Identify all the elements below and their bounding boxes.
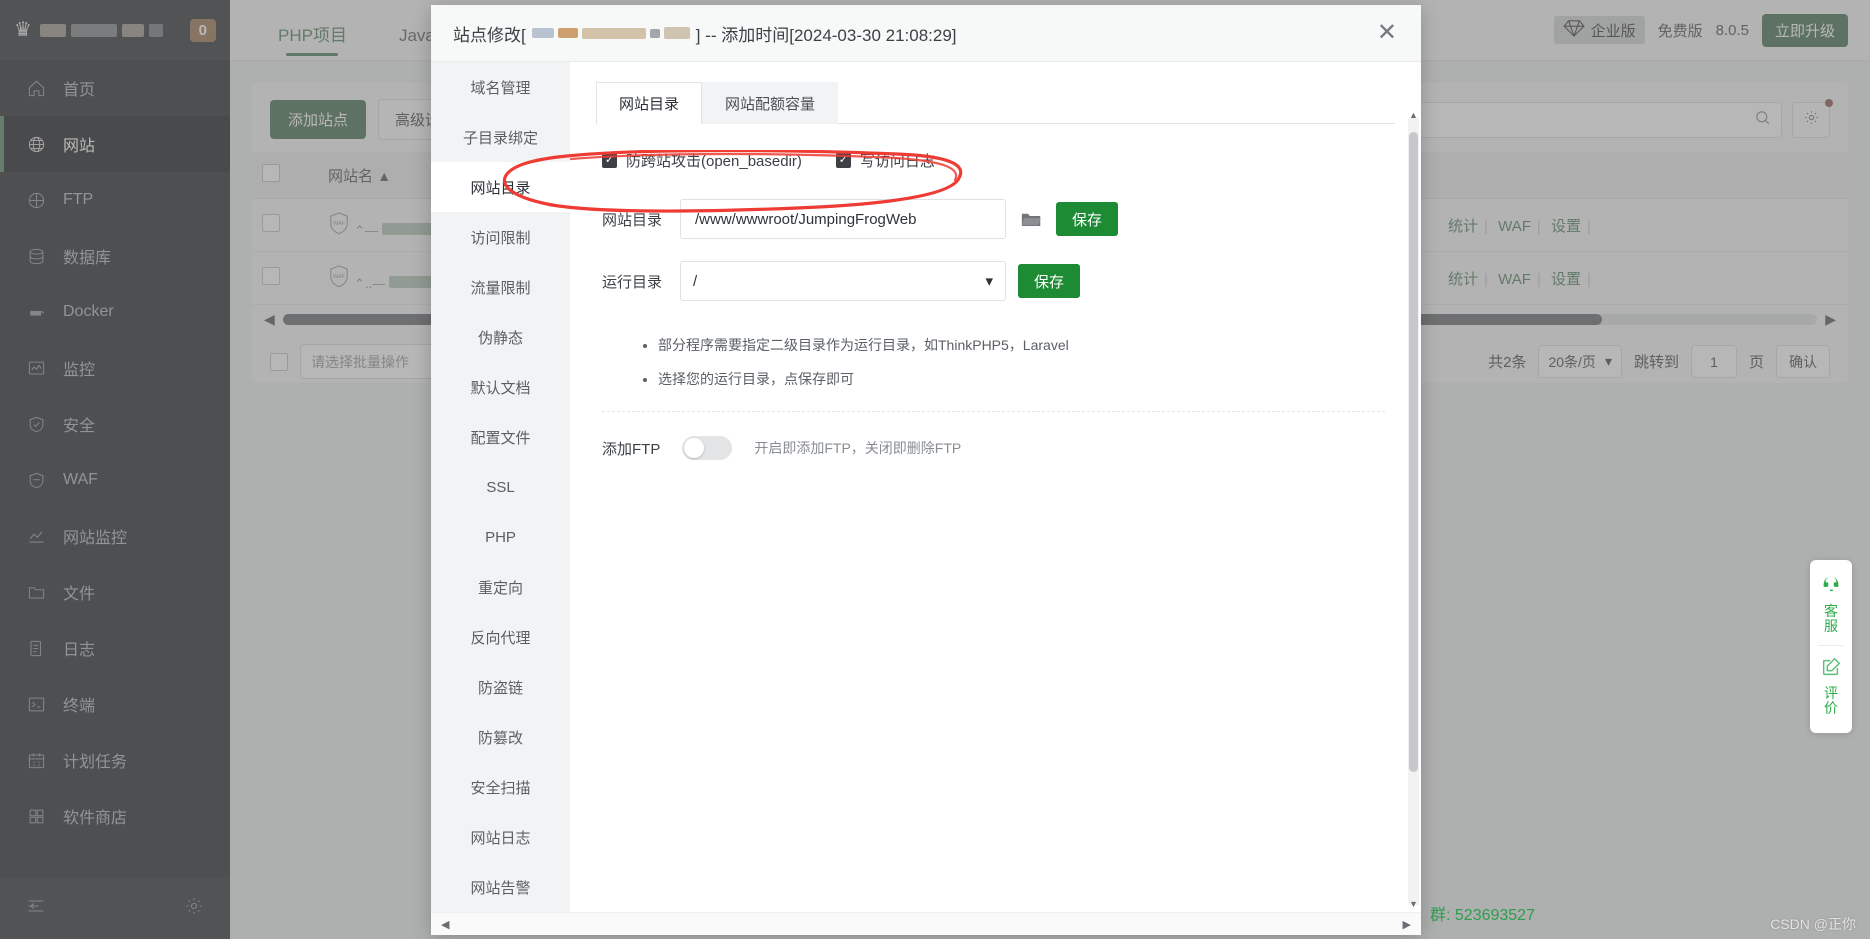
run-directory-row: 运行目录 / ▾ 保存 <box>596 261 1395 301</box>
section-divider <box>602 411 1385 412</box>
open-basedir-label: 防跨站攻击(open_basedir) <box>626 150 802 171</box>
modal-nav-site-log[interactable]: 网站日志 <box>431 812 570 862</box>
tab-site-directory[interactable]: 网站目录 <box>596 82 702 124</box>
modal-nav-site-alert[interactable]: 网站告警 <box>431 862 570 912</box>
modal-title-suffix: ] -- 添加时间[2024-03-30 21:08:29] <box>696 21 957 46</box>
modal-horizontal-scrollbar[interactable]: ◀ ▶ <box>431 912 1421 935</box>
watermark: CSDN @正你 <box>1770 914 1856 934</box>
modal-nav-subdir-bind[interactable]: 子目录绑定 <box>431 112 570 162</box>
options-row: ✓ 防跨站攻击(open_basedir) ✓ 写访问日志 <box>596 150 1395 171</box>
close-icon[interactable]: ✕ <box>1371 17 1403 49</box>
modal-nav-config-file[interactable]: 配置文件 <box>431 412 570 462</box>
widget-divider <box>1818 645 1844 646</box>
modal-nav-traffic-limit[interactable]: 流量限制 <box>431 262 570 312</box>
scroll-down-arrow[interactable]: ▼ <box>1408 899 1419 909</box>
modal-vertical-scrollbar[interactable]: ▲ ▼ <box>1408 118 1419 905</box>
site-directory-input[interactable] <box>693 210 993 229</box>
folder-open-icon[interactable] <box>1018 210 1044 228</box>
add-ftp-row: 添加FTP 开启即添加FTP，关闭即删除FTP <box>596 436 1395 460</box>
headset-icon <box>1820 574 1842 604</box>
feedback-button[interactable]: 评价 <box>1822 656 1840 717</box>
modal-nav-anti-leech[interactable]: 防盗链 <box>431 662 570 712</box>
qq-group-text: 群: 523693527 <box>1430 901 1535 925</box>
floating-service-widget: 客服 评价 <box>1810 560 1852 733</box>
modal-nav-security-scan[interactable]: 安全扫描 <box>431 762 570 812</box>
chevron-down-icon: ▾ <box>985 272 993 290</box>
modal-nav-access-limit[interactable]: 访问限制 <box>431 212 570 262</box>
site-edit-modal: 站点修改[ ] -- 添加时间[2024-03-30 21:08:29] ✕ 域… <box>431 5 1421 935</box>
add-ftp-hint: 开启即添加FTP，关闭即删除FTP <box>754 438 961 458</box>
scroll-left-arrow[interactable]: ◀ <box>441 918 449 931</box>
tip-item: 部分程序需要指定二级目录作为运行目录，如ThinkPHP5，Laravel <box>658 335 1395 355</box>
edit-square-icon <box>1820 656 1842 686</box>
modal-body: 域名管理 子目录绑定 网站目录 访问限制 流量限制 伪静态 默认文档 配置文件 … <box>431 62 1421 935</box>
customer-service-label: 客服 <box>1822 604 1840 635</box>
run-directory-value: / <box>693 273 697 290</box>
modal-nav-site-dir[interactable]: 网站目录 <box>431 162 570 212</box>
modal-nav-redirect[interactable]: 重定向 <box>431 562 570 612</box>
checkbox-checked-icon: ✓ <box>602 153 617 168</box>
modal-main-panel: 网站目录 网站配额容量 ✓ 防跨站攻击(open_basedir) ✓ 写访问日… <box>570 62 1421 935</box>
modal-tabs: 网站目录 网站配额容量 <box>596 82 1395 124</box>
tip-item: 选择您的运行目录，点保存即可 <box>658 369 1395 389</box>
site-directory-input-wrap[interactable] <box>680 199 1006 239</box>
modal-nav-domain[interactable]: 域名管理 <box>431 62 570 112</box>
modal-nav-rewrite[interactable]: 伪静态 <box>431 312 570 362</box>
site-directory-label: 网站目录 <box>602 209 668 230</box>
modal-nav-php[interactable]: PHP <box>431 512 570 562</box>
scroll-thumb[interactable] <box>1409 132 1418 772</box>
feedback-label: 评价 <box>1822 686 1840 717</box>
modal-nav-anti-tamper[interactable]: 防篡改 <box>431 712 570 762</box>
write-access-log-checkbox[interactable]: ✓ 写访问日志 <box>836 150 935 171</box>
tab-site-quota[interactable]: 网站配额容量 <box>702 82 838 124</box>
write-access-log-label: 写访问日志 <box>860 150 935 171</box>
site-directory-save-button[interactable]: 保存 <box>1056 202 1118 236</box>
scroll-up-arrow[interactable]: ▲ <box>1408 110 1419 120</box>
modal-header: 站点修改[ ] -- 添加时间[2024-03-30 21:08:29] ✕ <box>431 5 1421 62</box>
run-directory-select[interactable]: / ▾ <box>680 261 1006 301</box>
modal-title: 站点修改[ ] -- 添加时间[2024-03-30 21:08:29] <box>453 21 957 46</box>
tips-list: 部分程序需要指定二级目录作为运行目录，如ThinkPHP5，Laravel 选择… <box>642 335 1395 389</box>
modal-sidebar-nav: 域名管理 子目录绑定 网站目录 访问限制 流量限制 伪静态 默认文档 配置文件 … <box>431 62 570 935</box>
modal-nav-ssl[interactable]: SSL <box>431 462 570 512</box>
customer-service-button[interactable]: 客服 <box>1822 574 1840 635</box>
run-directory-label: 运行目录 <box>602 271 668 292</box>
modal-nav-default-doc[interactable]: 默认文档 <box>431 362 570 412</box>
modal-title-prefix: 站点修改[ <box>453 21 526 46</box>
modal-nav-reverse-proxy[interactable]: 反向代理 <box>431 612 570 662</box>
modal-title-redacted <box>532 27 690 39</box>
add-ftp-toggle[interactable] <box>682 436 732 460</box>
run-directory-save-button[interactable]: 保存 <box>1018 264 1080 298</box>
scroll-right-arrow[interactable]: ▶ <box>1403 918 1411 931</box>
screen: ♛ 0 首页 网站 FTP <box>0 0 1870 939</box>
open-basedir-checkbox[interactable]: ✓ 防跨站攻击(open_basedir) <box>602 150 802 171</box>
checkbox-checked-icon: ✓ <box>836 153 851 168</box>
add-ftp-label: 添加FTP <box>602 438 660 459</box>
site-directory-row: 网站目录 保存 <box>596 199 1395 239</box>
